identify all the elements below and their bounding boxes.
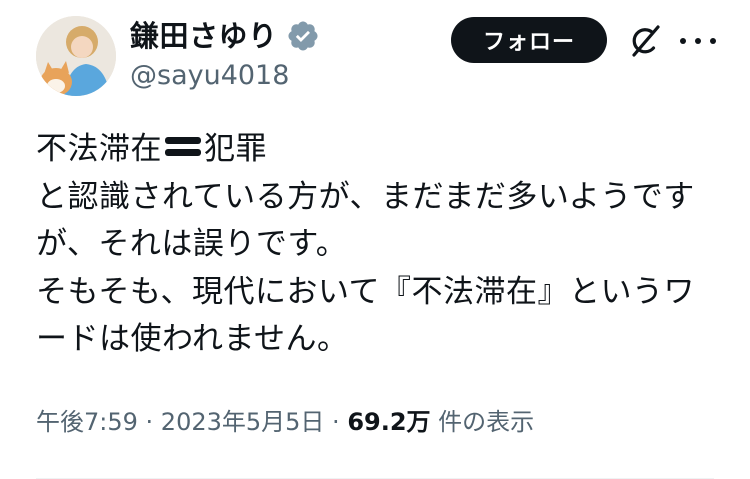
views-label: 件の表示: [430, 408, 535, 436]
tweet-meta: 午後7:59 · 2023年5月5日 · 69.2万 件の表示: [36, 404, 534, 440]
meta-separator: ·: [137, 408, 161, 436]
author-name-row: 鎌田さゆり: [130, 16, 320, 56]
tweet-text-segment: 不法滞在: [36, 131, 162, 167]
grok-icon[interactable]: [626, 22, 664, 60]
tweet-time[interactable]: 午後7:59: [36, 408, 138, 436]
tweet-line: 不法滞在 犯罪: [36, 126, 736, 174]
tweet-text-segment: 犯罪: [204, 131, 267, 167]
verified-badge-icon[interactable]: [286, 19, 320, 53]
avatar-image: [36, 16, 116, 96]
more-dot: [695, 38, 701, 44]
follow-button[interactable]: フォロー: [451, 17, 607, 63]
tweet-line: ードは使われません。: [36, 321, 349, 357]
avatar[interactable]: [36, 16, 116, 96]
more-dot: [710, 38, 716, 44]
meta-separator: ·: [324, 408, 348, 436]
tweet-line: そもそも、現代において『不法滞在』というワ: [36, 273, 696, 310]
tweet-line: と認識されている方が、まだまだ多いようです: [36, 178, 695, 215]
more-dot: [680, 38, 686, 44]
more-icon[interactable]: [680, 22, 716, 60]
heavy-equals-sign-emoji: [165, 137, 201, 156]
views-count[interactable]: 69.2万: [347, 408, 430, 436]
tweet-date[interactable]: 2023年5月5日: [161, 408, 325, 436]
display-name[interactable]: 鎌田さゆり: [130, 16, 278, 56]
tweet-line: が、それは誤りです。: [36, 226, 348, 262]
author-handle[interactable]: @sayu4018: [130, 58, 289, 94]
tweet-text: 不法滞在 犯罪 と認識されている方が、まだまだ多いようです が、それは誤りです。 …: [36, 126, 736, 364]
